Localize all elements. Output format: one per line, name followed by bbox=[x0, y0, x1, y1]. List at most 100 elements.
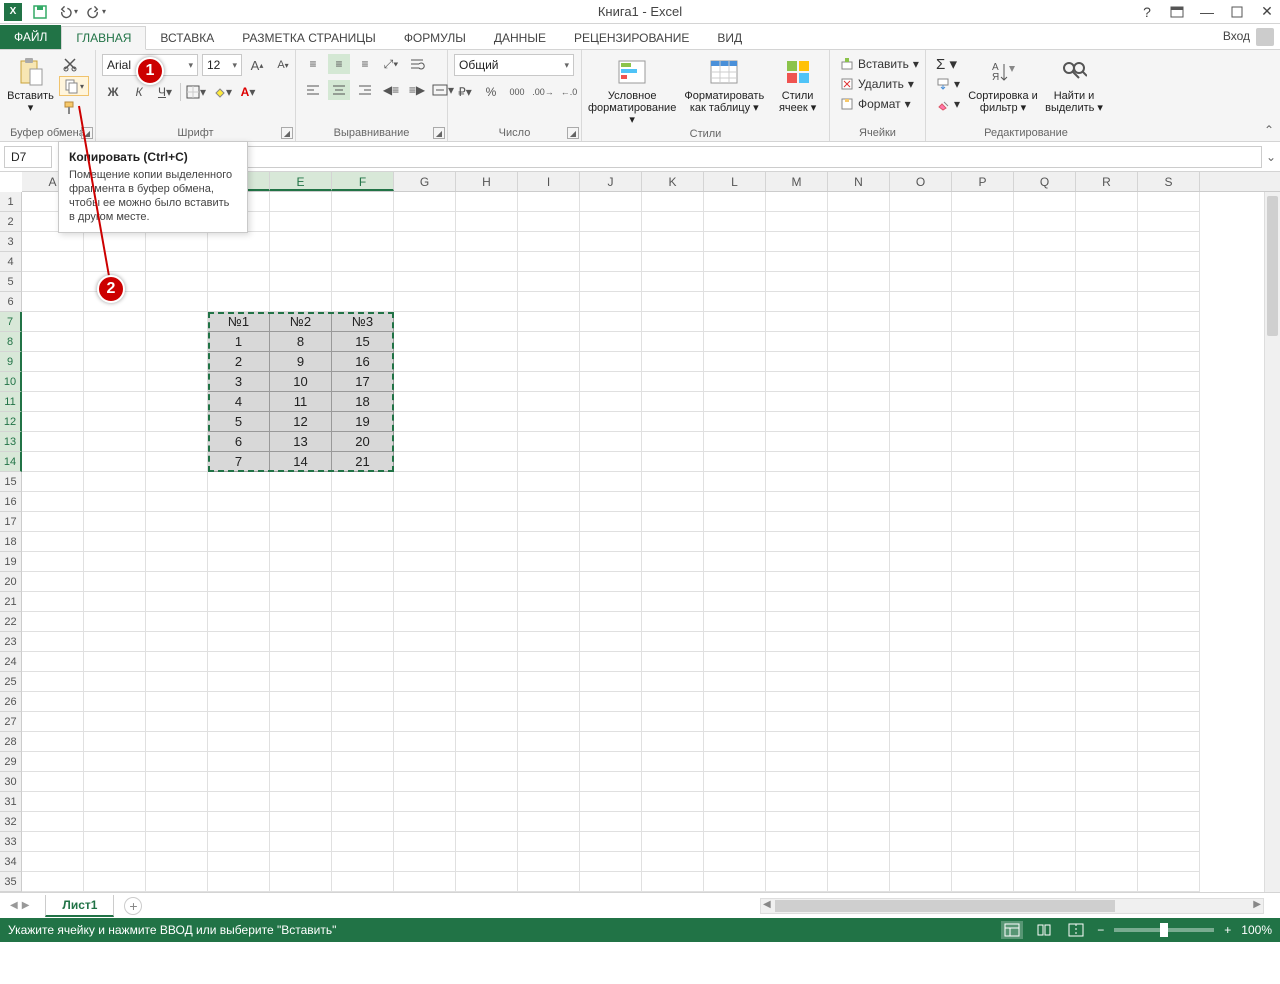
cell[interactable] bbox=[952, 832, 1014, 852]
conditional-format-button[interactable]: Условное форматирование ▾ bbox=[588, 54, 676, 126]
cell[interactable] bbox=[890, 552, 952, 572]
cell[interactable] bbox=[642, 672, 704, 692]
cell[interactable] bbox=[766, 512, 828, 532]
cell[interactable] bbox=[270, 652, 332, 672]
cell[interactable] bbox=[704, 672, 766, 692]
align-left-button[interactable] bbox=[302, 80, 324, 100]
cell[interactable] bbox=[642, 232, 704, 252]
cell[interactable] bbox=[952, 332, 1014, 352]
cell[interactable] bbox=[518, 512, 580, 532]
cell[interactable] bbox=[580, 212, 642, 232]
cell[interactable] bbox=[766, 292, 828, 312]
cell[interactable] bbox=[1138, 332, 1200, 352]
cell[interactable] bbox=[456, 192, 518, 212]
cell[interactable] bbox=[704, 872, 766, 892]
cell[interactable] bbox=[580, 592, 642, 612]
cell[interactable] bbox=[1014, 472, 1076, 492]
row-header-21[interactable]: 21 bbox=[0, 592, 22, 612]
cell[interactable] bbox=[518, 472, 580, 492]
cell[interactable] bbox=[1138, 472, 1200, 492]
cell[interactable] bbox=[890, 392, 952, 412]
cell[interactable] bbox=[270, 272, 332, 292]
cell[interactable] bbox=[580, 252, 642, 272]
cell[interactable] bbox=[704, 432, 766, 452]
cell[interactable] bbox=[580, 692, 642, 712]
vertical-scrollbar[interactable] bbox=[1264, 192, 1280, 892]
cell[interactable] bbox=[456, 732, 518, 752]
cell[interactable] bbox=[22, 672, 84, 692]
cell[interactable] bbox=[952, 872, 1014, 892]
cell[interactable] bbox=[84, 572, 146, 592]
cell[interactable] bbox=[208, 832, 270, 852]
cell[interactable] bbox=[146, 392, 208, 412]
cell[interactable] bbox=[1138, 772, 1200, 792]
cell[interactable] bbox=[1076, 332, 1138, 352]
sort-filter-button[interactable]: AЯ Сортировка и фильтр ▾ bbox=[968, 54, 1038, 114]
cell[interactable] bbox=[208, 692, 270, 712]
cell[interactable] bbox=[332, 192, 394, 212]
cell[interactable] bbox=[1138, 672, 1200, 692]
cell[interactable] bbox=[270, 712, 332, 732]
cell[interactable] bbox=[1014, 212, 1076, 232]
cell[interactable]: №1 bbox=[208, 312, 270, 332]
row-header-35[interactable]: 35 bbox=[0, 872, 22, 892]
col-header-N[interactable]: N bbox=[828, 172, 890, 191]
cell[interactable] bbox=[270, 672, 332, 692]
cell[interactable] bbox=[394, 212, 456, 232]
cell[interactable] bbox=[270, 752, 332, 772]
cell[interactable] bbox=[642, 352, 704, 372]
row-header-10[interactable]: 10 bbox=[0, 372, 22, 392]
cell[interactable] bbox=[766, 472, 828, 492]
cell[interactable] bbox=[890, 332, 952, 352]
expand-formula-bar[interactable]: ⌄ bbox=[1262, 150, 1280, 164]
row-header-32[interactable]: 32 bbox=[0, 812, 22, 832]
cell[interactable] bbox=[1014, 612, 1076, 632]
row-header-17[interactable]: 17 bbox=[0, 512, 22, 532]
cell[interactable] bbox=[22, 232, 84, 252]
cell[interactable] bbox=[22, 472, 84, 492]
cell[interactable] bbox=[22, 732, 84, 752]
cell[interactable] bbox=[1014, 852, 1076, 872]
cell[interactable] bbox=[766, 412, 828, 432]
cell[interactable] bbox=[146, 632, 208, 652]
cell[interactable] bbox=[84, 532, 146, 552]
insert-cells-button[interactable]: Вставить▾ bbox=[836, 54, 923, 74]
cell[interactable] bbox=[704, 832, 766, 852]
cell[interactable] bbox=[518, 772, 580, 792]
cell[interactable] bbox=[22, 432, 84, 452]
cell[interactable] bbox=[704, 192, 766, 212]
row-header-8[interactable]: 8 bbox=[0, 332, 22, 352]
cell[interactable] bbox=[146, 252, 208, 272]
cell[interactable] bbox=[952, 272, 1014, 292]
cell[interactable] bbox=[890, 732, 952, 752]
cell[interactable] bbox=[1138, 752, 1200, 772]
cell[interactable] bbox=[952, 552, 1014, 572]
cell[interactable] bbox=[1014, 392, 1076, 412]
number-format-combo[interactable]: Общий▾ bbox=[454, 54, 574, 76]
cell[interactable] bbox=[518, 372, 580, 392]
cell[interactable] bbox=[208, 612, 270, 632]
cell[interactable] bbox=[518, 232, 580, 252]
cell[interactable] bbox=[1014, 752, 1076, 772]
cell[interactable] bbox=[580, 752, 642, 772]
cell[interactable] bbox=[1076, 692, 1138, 712]
cell[interactable]: 18 bbox=[332, 392, 394, 412]
cell[interactable] bbox=[270, 472, 332, 492]
accounting-format-button[interactable]: ₽▾ bbox=[454, 82, 476, 102]
cell[interactable] bbox=[84, 752, 146, 772]
cell[interactable] bbox=[580, 832, 642, 852]
cell[interactable] bbox=[518, 292, 580, 312]
cell[interactable] bbox=[146, 532, 208, 552]
cell[interactable] bbox=[84, 852, 146, 872]
cell[interactable] bbox=[146, 852, 208, 872]
cell[interactable] bbox=[394, 352, 456, 372]
cell[interactable] bbox=[456, 232, 518, 252]
cell[interactable] bbox=[394, 712, 456, 732]
cell[interactable] bbox=[518, 712, 580, 732]
cell[interactable] bbox=[1138, 692, 1200, 712]
cell[interactable]: №2 bbox=[270, 312, 332, 332]
cell[interactable] bbox=[1138, 432, 1200, 452]
horizontal-scrollbar[interactable]: ◀ ▶ bbox=[760, 898, 1264, 914]
cell[interactable] bbox=[332, 812, 394, 832]
row-header-25[interactable]: 25 bbox=[0, 672, 22, 692]
